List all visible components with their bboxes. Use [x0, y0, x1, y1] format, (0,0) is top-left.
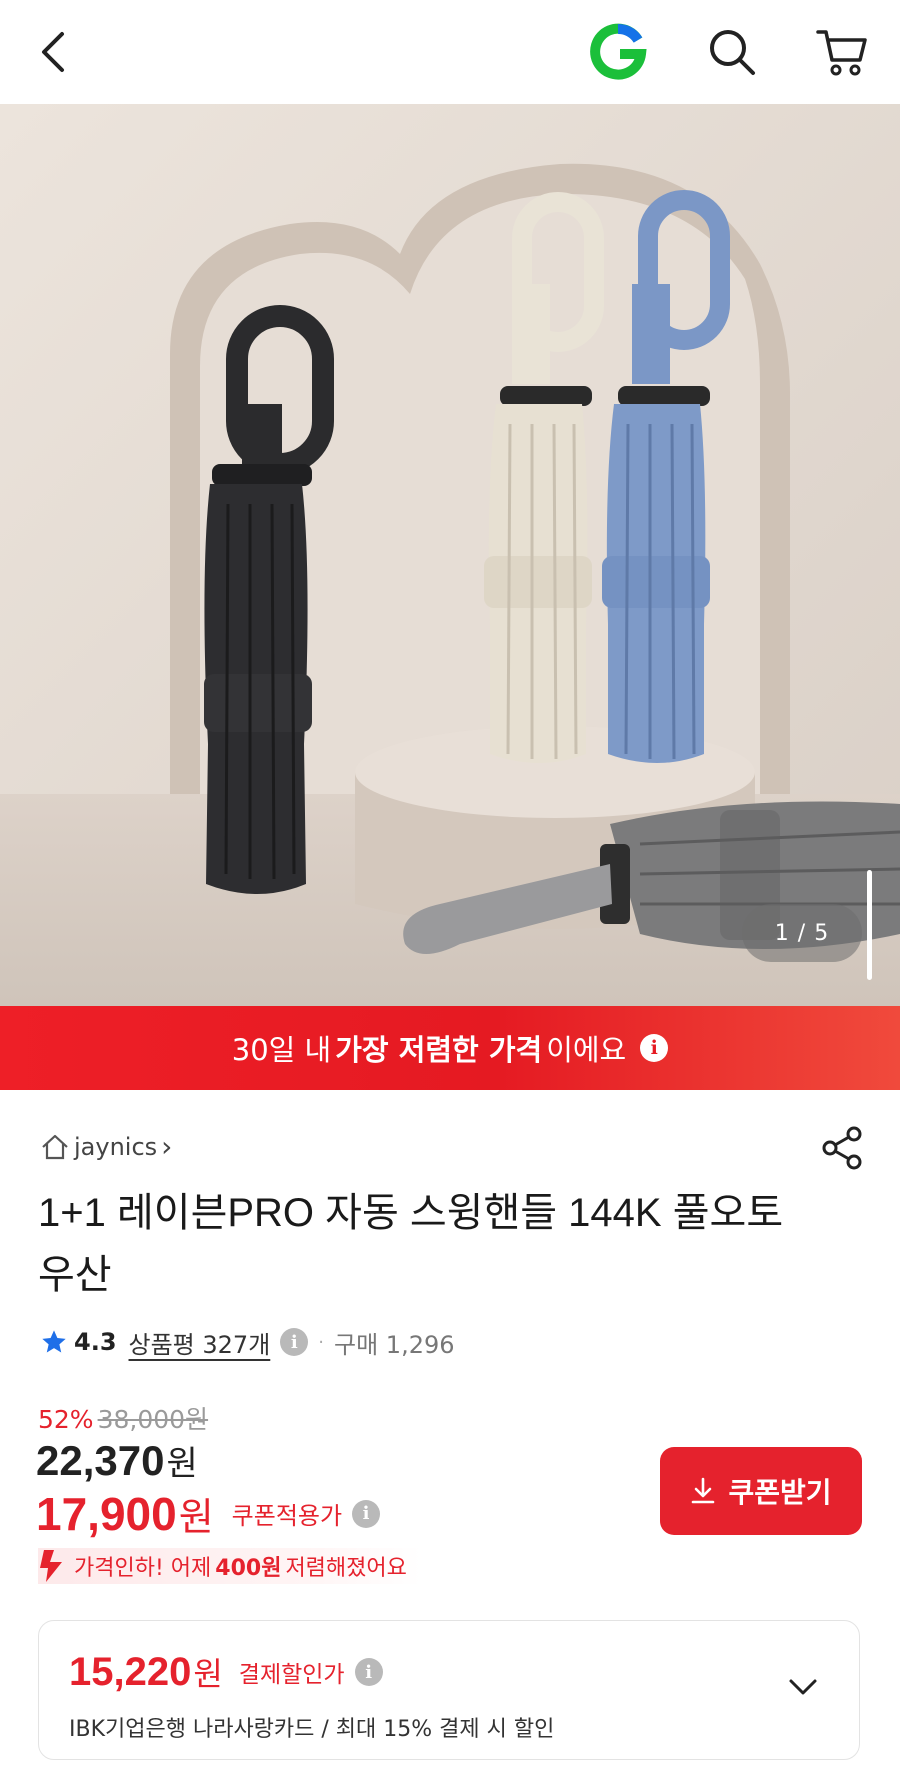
gallery-scroll-indicator [867, 870, 872, 980]
coupon-price-row: 17,900 원 쿠폰적용가 i [36, 1486, 381, 1541]
search-button[interactable] [700, 20, 764, 84]
share-icon [822, 1126, 862, 1170]
purchase-count: 구매 1,296 [334, 1330, 455, 1359]
image-counter: 1 / 5 [742, 904, 862, 962]
payment-price-unit: 원 [193, 1655, 223, 1693]
product-image [0, 104, 900, 1006]
banner-suffix: 이에요 [546, 1033, 627, 1067]
original-price: 38,000원 [97, 1405, 209, 1434]
download-icon [692, 1477, 715, 1504]
product-image-gallery[interactable]: 1 / 5 [0, 104, 900, 1006]
cart-icon [816, 30, 867, 76]
coupon-price-value: 17,900 [36, 1487, 177, 1540]
banner-highlight: 가장 저렴한 가격 [335, 1033, 543, 1067]
product-title: 1+1 레이븐PRO 자동 스윙핸들 144K 풀오토 우산 [38, 1191, 784, 1297]
payment-price-value: 15,220 [69, 1649, 192, 1694]
star-icon [42, 1330, 66, 1353]
discount-row: 52% 38,000원 [38, 1400, 208, 1436]
info-icon[interactable]: i [352, 1499, 381, 1528]
banner-prefix: 30일 내 [231, 1033, 332, 1067]
drop-suffix: 저렴해졌어요 [285, 1556, 407, 1581]
info-icon[interactable]: i [280, 1328, 309, 1356]
gmarket-home-button[interactable] [586, 20, 650, 84]
coupon-price-label: 쿠폰적용가 [231, 1502, 343, 1530]
drop-prefix: 가격인하! 어제 [74, 1556, 212, 1581]
share-button[interactable] [818, 1124, 866, 1172]
chevron-left-icon [42, 32, 64, 72]
sale-price-value: 22,370 [36, 1437, 165, 1484]
drop-amount: 400원 [215, 1556, 282, 1581]
store-arrow: › [161, 1130, 173, 1163]
payment-description: IBK기업은행 나라사랑카드 / 최대 15% 결제 시 할인 [69, 1717, 555, 1742]
payment-price-label: 결제할인가 [238, 1662, 345, 1688]
lowest-price-banner[interactable]: 30일 내 가장 저렴한 가격 이에요 i [0, 1006, 900, 1090]
down-arrow-icon [40, 1550, 62, 1582]
store-link[interactable]: jaynics › [40, 1130, 172, 1163]
coupon-price-unit: 원 [178, 1495, 214, 1539]
rating-score: 4.3 [74, 1328, 117, 1356]
search-icon [710, 30, 755, 75]
back-button[interactable] [22, 20, 86, 84]
home-icon [42, 1134, 68, 1159]
rating-row: 4.3 상품평 327개 i · 구매 1,296 [40, 1322, 455, 1362]
get-coupon-label: 쿠폰받기 [728, 1476, 832, 1509]
info-icon[interactable]: i [640, 1034, 669, 1062]
review-count-link[interactable]: 상품평 327개 [129, 1325, 271, 1360]
get-coupon-button[interactable]: 쿠폰받기 [660, 1447, 862, 1535]
sale-price: 22,370원 [36, 1436, 198, 1485]
separator: · [318, 1331, 325, 1353]
price-drop-notice: 가격인하! 어제 400원 저렴해졌어요 [38, 1548, 421, 1584]
gmarket-g-logo [590, 23, 647, 80]
cart-button[interactable] [810, 20, 874, 84]
discount-rate: 52% [38, 1405, 94, 1434]
sale-price-unit: 원 [166, 1445, 198, 1483]
top-bar [0, 0, 900, 104]
payment-discount-box[interactable]: 15,220 원 결제할인가 i IBK기업은행 나라사랑카드 / 최대 15%… [38, 1620, 860, 1760]
info-icon[interactable]: i [354, 1658, 383, 1686]
payment-price-row: 15,220 원 결제할인가 i [69, 1649, 383, 1695]
chevron-down-icon[interactable] [783, 1667, 823, 1707]
store-name: jaynics [74, 1132, 158, 1161]
